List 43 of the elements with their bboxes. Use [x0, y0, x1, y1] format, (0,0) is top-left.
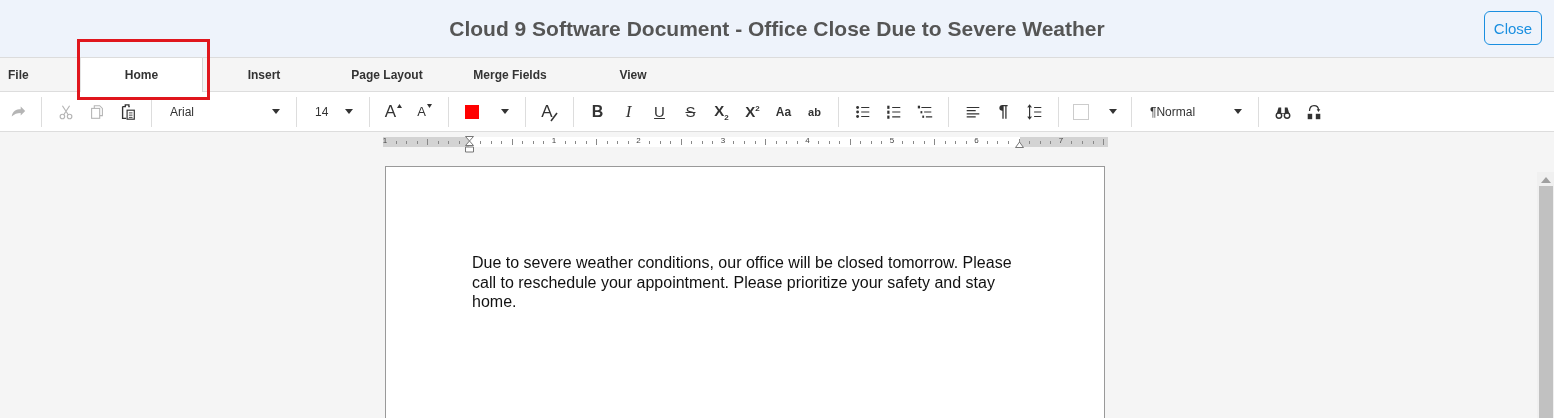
document-paragraph: Due to severe weather conditions, our office will be closed tomorrow. Please call to reschedule your appointment. Please prioritize your safety and stay home.: [472, 253, 1012, 312]
paragraph-button[interactable]: ¶: [988, 96, 1019, 127]
caret-icon: [345, 109, 353, 114]
tab[interactable]: Insert: [203, 58, 326, 91]
caret-icon: [501, 109, 509, 114]
shrink-font-button[interactable]: A: [409, 96, 440, 127]
caret-icon: [1109, 109, 1117, 114]
tab[interactable]: File: [0, 58, 80, 91]
clear-format-button[interactable]: A: [534, 96, 565, 127]
superscript-button[interactable]: X$^{2}$: [737, 96, 768, 127]
caret-up-icon: [397, 103, 403, 108]
ruler-number: 6: [974, 136, 979, 146]
font-dropdown[interactable]: Arial: [160, 96, 288, 127]
indent-marker[interactable]: [465, 136, 474, 154]
ruler-number: 1: [382, 136, 388, 146]
caret-icon: [1234, 109, 1242, 114]
tab[interactable]: View: [572, 58, 695, 91]
tab[interactable]: Home: [80, 58, 203, 92]
window-title: Cloud 9 Software Document - Office Close Due to Severe Weather: [449, 16, 1105, 41]
subscript-button[interactable]: X$_{2}$: [706, 96, 737, 127]
scrollbar[interactable]: [1537, 172, 1554, 418]
grow-font-button[interactable]: A: [378, 96, 409, 127]
ruler-number: 5: [889, 136, 895, 146]
style-dropdown[interactable]: ¶Normal: [1140, 96, 1250, 127]
ruler-number: 1: [551, 136, 557, 146]
tab[interactable]: Page Layout: [326, 58, 449, 91]
underline-button[interactable]: U: [644, 96, 675, 127]
tab[interactable]: Merge Fields: [449, 58, 572, 91]
ruler-number: 2: [636, 136, 641, 146]
color-swatch: [1073, 103, 1089, 120]
line-spacing-icon: [1025, 102, 1044, 121]
size-dropdown[interactable]: 14: [305, 96, 361, 127]
ruler-number: 7: [1058, 136, 1064, 146]
strikethrough-button[interactable]: S: [675, 96, 706, 127]
italic-button[interactable]: I: [613, 96, 644, 127]
change-case-button[interactable]: Aa: [768, 96, 799, 127]
bold-button[interactable]: B: [582, 96, 613, 127]
indent-marker[interactable]: [1015, 141, 1024, 148]
caret-icon: [272, 109, 280, 114]
caret-down-icon: [426, 103, 432, 108]
ruler-number: 3: [720, 136, 726, 146]
highlight-button[interactable]: ab: [799, 96, 830, 127]
ruler-number: 4: [805, 136, 810, 146]
